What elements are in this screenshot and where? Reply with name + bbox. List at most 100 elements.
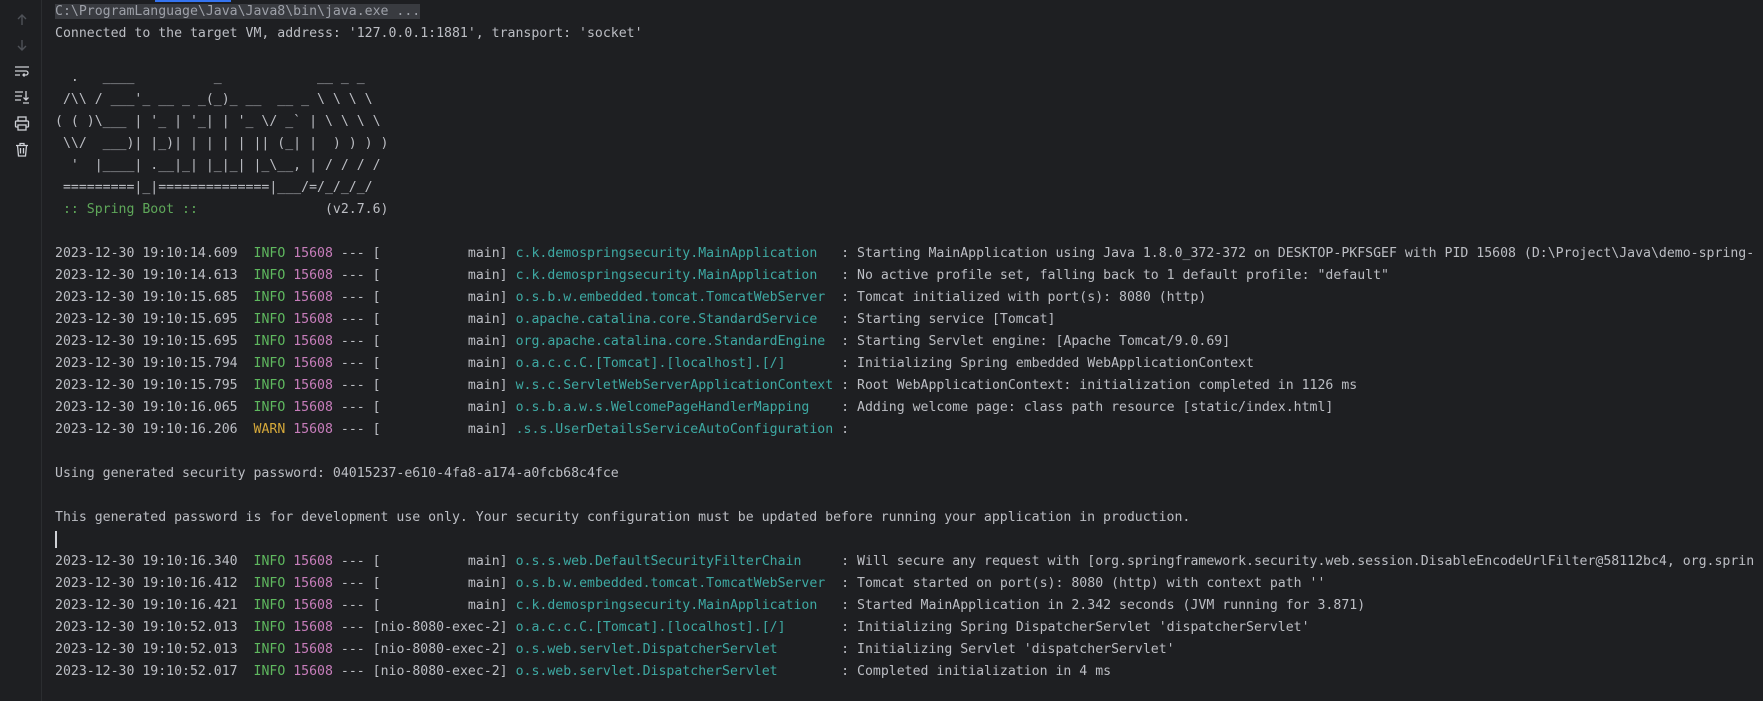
log-pid: 15608 <box>293 378 333 393</box>
log-level: INFO <box>253 400 286 415</box>
log-message: : Tomcat initialized with port(s): 8080 … <box>841 290 1207 305</box>
log-line: 2023-12-30 19:10:16.206 WARN 15608 --- [… <box>55 422 850 437</box>
log-timestamp: 2023-12-30 19:10:15.685 <box>55 290 238 305</box>
log-message: : Tomcat started on port(s): 8080 (http)… <box>841 576 1326 591</box>
log-line: 2023-12-30 19:10:15.795 INFO 15608 --- [… <box>55 378 1358 393</box>
log-thread: [ main] <box>372 356 508 371</box>
log-message: : <box>841 422 850 437</box>
log-logger: o.s.b.w.embedded.tomcat.TomcatWebServer <box>515 290 834 305</box>
log-message: : Initializing Spring DispatcherServlet … <box>841 620 1310 635</box>
log-thread: [ main] <box>372 598 508 613</box>
banner-line: . ____ _ __ _ _ <box>55 70 365 85</box>
log-timestamp: 2023-12-30 19:10:16.065 <box>55 400 238 415</box>
spring-banner: . ____ _ __ _ _ /\\ / ___'_ __ _ _(_)_ _… <box>55 45 1763 199</box>
log-pid: 15608 <box>293 620 333 635</box>
log-logger: o.s.web.servlet.DispatcherServlet <box>515 664 834 679</box>
log-line: 2023-12-30 19:10:15.794 INFO 15608 --- [… <box>55 356 1254 371</box>
command-line: C:\ProgramLanguage\Java\Java8\bin\java.e… <box>55 1 1763 23</box>
log-pid: 15608 <box>293 356 333 371</box>
log-line: 2023-12-30 19:10:16.340 INFO 15608 --- [… <box>55 554 1755 569</box>
log-message: : Starting Servlet engine: [Apache Tomca… <box>841 334 1231 349</box>
log-logger: c.k.demospringsecurity.MainApplication <box>515 246 834 261</box>
spring-boot-version-line: :: Spring Boot :: (v2.7.6) <box>55 199 1763 221</box>
log-pid: 15608 <box>293 400 333 415</box>
cursor-line <box>55 529 1763 551</box>
log-message: : Root WebApplicationContext: initializa… <box>841 378 1358 393</box>
log-timestamp: 2023-12-30 19:10:15.794 <box>55 356 238 371</box>
log-logger: org.apache.catalina.core.StandardEngine <box>515 334 834 349</box>
log-message: : Starting MainApplication using Java 1.… <box>841 246 1755 261</box>
log-thread: [ main] <box>372 554 508 569</box>
banner-line: \\/ ___)| |_)| | | | | || (_| | ) ) ) ) <box>55 136 389 151</box>
log-pid: 15608 <box>293 664 333 679</box>
log-pid: 15608 <box>293 268 333 283</box>
log-timestamp: 2023-12-30 19:10:15.695 <box>55 334 238 349</box>
log-timestamp: 2023-12-30 19:10:16.421 <box>55 598 238 613</box>
log-block: 2023-12-30 19:10:16.340 INFO 15608 --- [… <box>55 551 1763 683</box>
log-level: INFO <box>253 356 286 371</box>
log-line: 2023-12-30 19:10:16.412 INFO 15608 --- [… <box>55 576 1326 591</box>
log-timestamp: 2023-12-30 19:10:14.609 <box>55 246 238 261</box>
log-thread: [ main] <box>372 334 508 349</box>
log-thread: [ main] <box>372 378 508 393</box>
log-line: 2023-12-30 19:10:15.695 INFO 15608 --- [… <box>55 312 1056 327</box>
arrow-down-icon[interactable] <box>13 36 31 54</box>
log-logger: o.s.s.web.DefaultSecurityFilterChain <box>515 554 834 569</box>
log-timestamp: 2023-12-30 19:10:16.340 <box>55 554 238 569</box>
dev-note-line: This generated password is for developme… <box>55 510 1191 525</box>
log-level: WARN <box>253 422 286 437</box>
console-toolbar <box>0 0 42 701</box>
log-message: : Initializing Servlet 'dispatcherServle… <box>841 642 1175 657</box>
scroll-to-end-icon[interactable] <box>13 88 31 106</box>
print-icon[interactable] <box>13 114 31 132</box>
spring-boot-label: :: Spring Boot :: <box>55 202 206 217</box>
log-thread: [ main] <box>372 576 508 591</box>
log-block: 2023-12-30 19:10:14.609 INFO 15608 --- [… <box>55 243 1763 441</box>
log-logger: o.a.c.c.C.[Tomcat].[localhost].[/] <box>515 356 834 371</box>
log-line: 2023-12-30 19:10:16.421 INFO 15608 --- [… <box>55 598 1366 613</box>
soft-wrap-icon[interactable] <box>13 62 31 80</box>
log-timestamp: 2023-12-30 19:10:52.013 <box>55 642 238 657</box>
log-pid: 15608 <box>293 334 333 349</box>
log-logger: o.s.web.servlet.DispatcherServlet <box>515 642 834 657</box>
log-timestamp: 2023-12-30 19:10:16.206 <box>55 422 238 437</box>
log-level: INFO <box>253 312 286 327</box>
log-pid: 15608 <box>293 290 333 305</box>
log-logger: o.s.b.w.embedded.tomcat.TomcatWebServer <box>515 576 834 591</box>
log-logger: w.s.c.ServletWebServerApplicationContext <box>515 378 834 393</box>
log-level: INFO <box>253 334 286 349</box>
log-level: INFO <box>253 378 286 393</box>
log-level: INFO <box>253 664 286 679</box>
log-line: 2023-12-30 19:10:15.695 INFO 15608 --- [… <box>55 334 1231 349</box>
log-timestamp: 2023-12-30 19:10:52.017 <box>55 664 238 679</box>
log-level: INFO <box>253 268 286 283</box>
log-logger: .s.s.UserDetailsServiceAutoConfiguration <box>515 422 834 437</box>
trash-icon[interactable] <box>13 140 31 158</box>
log-level: INFO <box>253 554 286 569</box>
log-thread: [ main] <box>372 312 508 327</box>
log-message: : Starting service [Tomcat] <box>841 312 1056 327</box>
log-message: : Adding welcome page: class path resour… <box>841 400 1334 415</box>
log-thread: [nio-8080-exec-2] <box>372 620 508 635</box>
log-thread: [ main] <box>372 422 508 437</box>
log-level: INFO <box>253 576 286 591</box>
log-line: 2023-12-30 19:10:15.685 INFO 15608 --- [… <box>55 290 1207 305</box>
text-caret <box>55 530 57 548</box>
log-timestamp: 2023-12-30 19:10:16.412 <box>55 576 238 591</box>
command-text[interactable]: C:\ProgramLanguage\Java\Java8\bin\java.e… <box>55 4 421 19</box>
spring-boot-version: (v2.7.6) <box>205 202 389 217</box>
log-message: : No active profile set, falling back to… <box>841 268 1389 283</box>
banner-line: =========|_|==============|___/=/_/_/_/ <box>55 180 373 195</box>
log-level: INFO <box>253 598 286 613</box>
log-logger: c.k.demospringsecurity.MainApplication <box>515 598 834 613</box>
arrow-up-icon[interactable] <box>13 11 31 29</box>
log-timestamp: 2023-12-30 19:10:14.613 <box>55 268 238 283</box>
console-output[interactable]: C:\ProgramLanguage\Java\Java8\bin\java.e… <box>55 1 1763 701</box>
log-pid: 15608 <box>293 642 333 657</box>
log-logger: c.k.demospringsecurity.MainApplication <box>515 268 834 283</box>
log-thread: [nio-8080-exec-2] <box>372 664 508 679</box>
banner-line <box>55 45 1763 67</box>
